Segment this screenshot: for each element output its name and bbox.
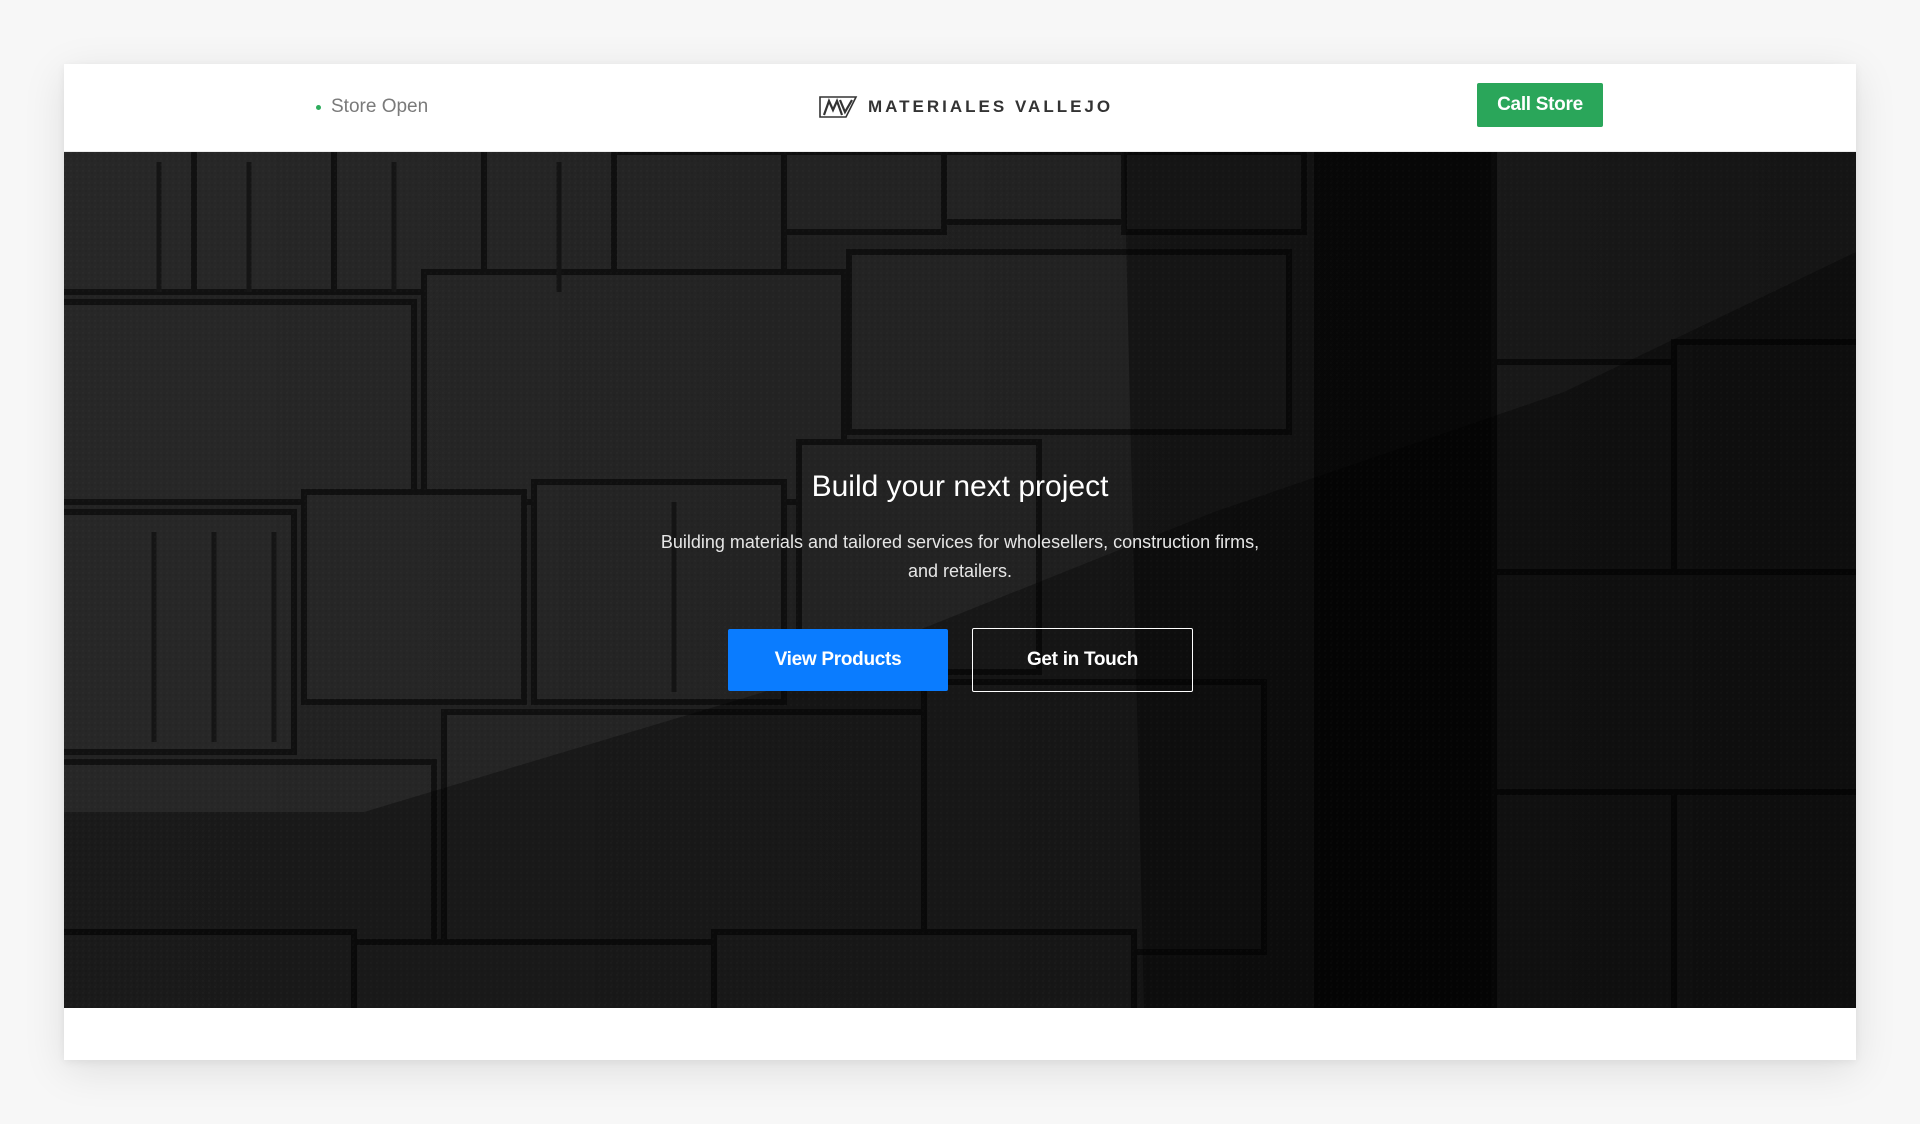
hero-content: Build your next project Building materia… (64, 152, 1856, 1008)
site-header: Store Open MATERIALES VALLEJO Call Store (64, 64, 1856, 152)
hero-title: Build your next project (811, 470, 1109, 503)
hero-subtitle: Building materials and tailored services… (660, 532, 1260, 581)
brand[interactable]: MATERIALES VALLEJO (818, 92, 1113, 122)
get-in-touch-button[interactable]: Get in Touch (972, 628, 1193, 692)
store-status-label: Store Open (331, 96, 429, 117)
page-frame: Store Open MATERIALES VALLEJO Call Store (64, 64, 1856, 1060)
hero-section: Build your next project Building materia… (64, 152, 1856, 1008)
store-status: Store Open (316, 94, 428, 120)
status-dot-icon (316, 104, 321, 110)
call-store-button[interactable]: Call Store (1477, 83, 1603, 127)
brand-name: MATERIALES VALLEJO (868, 97, 1114, 116)
mv-monogram-logo-icon (819, 96, 858, 118)
view-products-button[interactable]: View Products (728, 629, 948, 691)
